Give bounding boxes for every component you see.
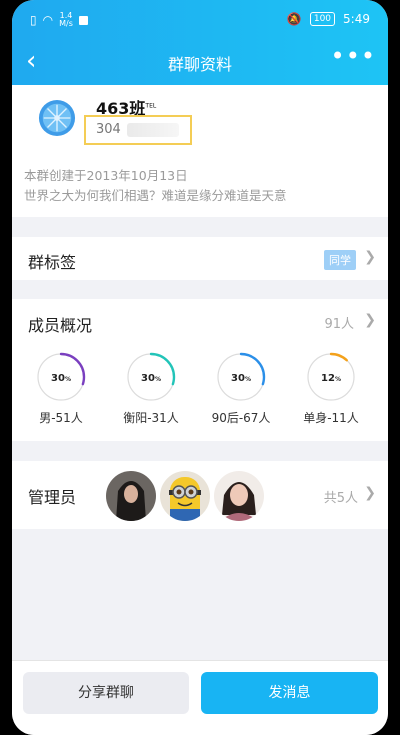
notification-icon [78,15,88,25]
stat-label: 单身-11人 [303,411,359,425]
blurred-id [126,122,179,137]
send-message-button[interactable]: 发消息 [201,672,378,714]
group-name-tag: TEL [145,102,157,110]
group-motto: 世界之大为何我们相遇？难道是缘分难道是天意 [24,188,287,203]
battery-indicator: 100 [309,12,336,26]
stat-label: 衡阳-31人 [123,411,179,425]
stat-label: 90后-67人 [211,411,271,425]
stat-label: 男-51人 [39,411,83,425]
chevron-right-icon: ❯ [364,312,376,328]
wifi-icon: ◠ [42,13,54,27]
admins-label: 管理员 [28,488,77,507]
nav-bar: ‹ 群聊资料 ••• [12,40,388,85]
group-created-date: 本群创建于2013年10月13日 [24,168,188,183]
member-overview-label: 成员概况 [28,316,93,335]
stat-ring: 30% [36,352,86,402]
stat-ring: 30% [126,352,176,402]
more-menu-icon[interactable]: ••• [331,42,376,70]
admin-avatar[interactable] [214,471,264,521]
group-id: 304 [96,122,121,137]
group-tags-label: 群标签 [28,253,77,272]
member-stat[interactable]: 12% 单身-11人 [296,349,366,426]
member-stat[interactable]: 30% 衡阳-31人 [116,349,186,426]
bottom-action-bar: 分享群聊 发消息 [12,660,388,735]
sim-icon: ▯ [30,13,37,27]
status-bar: ▯ ◠ 1.4 M/s 🔕 100 5:49 [12,0,388,40]
header: ▯ ◠ 1.4 M/s 🔕 100 5:49 ‹ 群聊资料 ••• [12,0,388,85]
admin-count: 共5人 [323,491,358,506]
tag-badge: 同学 [324,250,356,270]
group-id-box[interactable]: 304 [84,115,192,145]
group-avatar[interactable] [38,99,76,137]
phone-screen: ▯ ◠ 1.4 M/s 🔕 100 5:49 ‹ 群聊资料 ••• 463班TE… [12,0,388,735]
stat-ring: 12% [306,352,356,402]
clock: 5:49 [343,12,370,26]
group-tags-row[interactable]: 群标签 同学 ❯ [12,237,388,280]
share-group-button[interactable]: 分享群聊 [23,672,189,714]
admins-row[interactable]: 管理员 共5人 ❯ [12,461,388,529]
member-count: 91人 [324,317,354,332]
chevron-right-icon: ❯ [364,249,376,265]
mute-icon: 🔕 [286,12,302,26]
member-overview-card[interactable]: 成员概况 91人 ❯ 30% 男-51人 30% 衡阳-31人 30% 90后-67人 12… [12,299,388,441]
stat-ring: 30% [216,352,266,402]
admin-avatar[interactable] [160,471,210,521]
chevron-right-icon: ❯ [364,485,376,501]
admin-avatar[interactable] [106,471,156,521]
network-speed: 1.4 M/s [59,11,73,28]
member-stat[interactable]: 30% 男-51人 [26,349,96,426]
group-info-card: 463班TEL 304 本群创建于2013年10月13日 世界之大为何我们相遇？… [12,85,388,217]
member-stat[interactable]: 30% 90后-67人 [206,349,276,426]
